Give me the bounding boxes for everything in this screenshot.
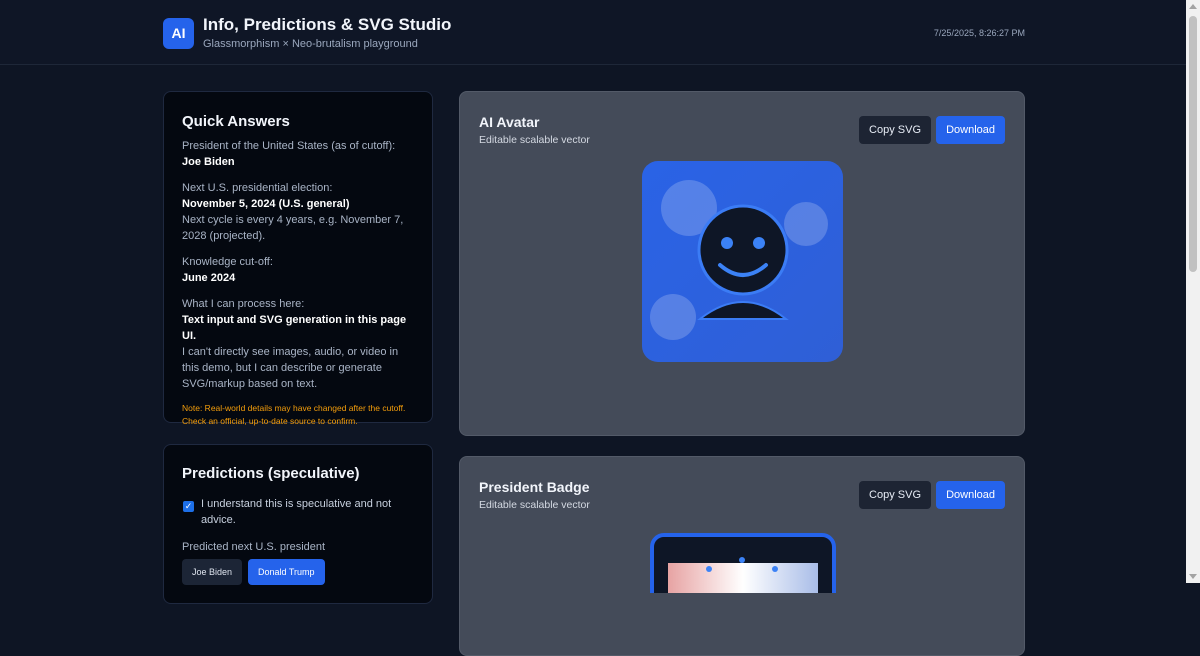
qa-value: June 2024 (182, 272, 236, 284)
qa-item-capabilities: What I can process here: Text input and … (182, 296, 414, 392)
panel-title: President Badge (479, 479, 590, 495)
decor-bubble (650, 294, 696, 340)
qa-detail: Next cycle is every 4 years, e.g. Novemb… (182, 214, 404, 242)
qa-label: What I can process here: (182, 298, 305, 310)
ai-avatar-graphic (642, 161, 843, 362)
badge-star (772, 566, 778, 572)
timestamp: 7/25/2025, 8:26:27 PM (933, 28, 1025, 38)
qa-item-election: Next U.S. presidential election: Novembe… (182, 180, 414, 244)
badge-flag-stripe (668, 563, 818, 593)
badge-star (739, 557, 745, 563)
panel-subtitle: Editable scalable vector (479, 499, 590, 511)
download-button[interactable]: Download (936, 481, 1005, 509)
copy-svg-button[interactable]: Copy SVG (859, 481, 931, 509)
qa-label: President of the United States (as of cu… (182, 140, 396, 152)
predictions-card: Predictions (speculative) ✓ I understand… (163, 444, 433, 604)
avatar-head (697, 204, 789, 296)
quick-answers-card: Quick Answers President of the United St… (163, 91, 433, 426)
page-scrollbar[interactable] (1186, 0, 1200, 583)
panel-subtitle: Editable scalable vector (479, 134, 590, 146)
scroll-up-arrow-icon[interactable] (1189, 4, 1197, 9)
app-subtitle: Glassmorphism × Neo-brutalism playground (203, 38, 418, 50)
qa-label: Next U.S. presidential election: (182, 182, 333, 194)
qa-item-president: President of the United States (as of cu… (182, 138, 414, 170)
speculative-checkbox[interactable]: ✓ (183, 501, 194, 512)
qa-value: November 5, 2024 (U.S. general) (182, 198, 350, 210)
speculative-checkbox-label: I understand this is speculative and not… (201, 498, 392, 526)
option-donald-trump-button[interactable]: Donald Trump (248, 559, 325, 585)
option-joe-biden-button[interactable]: Joe Biden (182, 559, 243, 585)
qa-item-cutoff: Knowledge cut-off: June 2024 (182, 254, 414, 286)
avatar-eye (721, 237, 733, 249)
scrollbar-thumb[interactable] (1189, 16, 1197, 272)
download-button[interactable]: Download (936, 116, 1005, 144)
qa-label: Knowledge cut-off: (182, 256, 273, 268)
prediction-options: Joe Biden Donald Trump (182, 559, 414, 585)
app-title: Info, Predictions & SVG Studio (203, 15, 452, 34)
quick-answers-title: Quick Answers (182, 113, 290, 130)
qa-value: Text input and SVG generation in this pa… (182, 314, 407, 342)
qa-value: Joe Biden (182, 156, 235, 168)
app-header: AI Info, Predictions & SVG Studio Glassm… (0, 0, 1186, 65)
speculative-checkbox-row[interactable]: ✓ I understand this is speculative and n… (182, 496, 414, 528)
panel-title: AI Avatar (479, 114, 540, 130)
qa-detail: I can't directly see images, audio, or v… (182, 346, 399, 390)
president-badge-panel: President Badge Editable scalable vector… (459, 456, 1025, 656)
scroll-down-arrow-icon[interactable] (1189, 574, 1197, 579)
predictions-title: Predictions (speculative) (182, 465, 360, 482)
app-logo: AI (163, 18, 194, 49)
predict-label: Predicted next U.S. president (182, 541, 326, 553)
copy-svg-button[interactable]: Copy SVG (859, 116, 931, 144)
ai-avatar-panel: AI Avatar Editable scalable vector Copy … (459, 91, 1025, 436)
decor-bubble (784, 202, 828, 246)
cutoff-note: Note: Real-world details may have change… (182, 403, 406, 426)
president-badge-graphic (650, 533, 836, 593)
badge-star (706, 566, 712, 572)
avatar-eye (753, 237, 765, 249)
